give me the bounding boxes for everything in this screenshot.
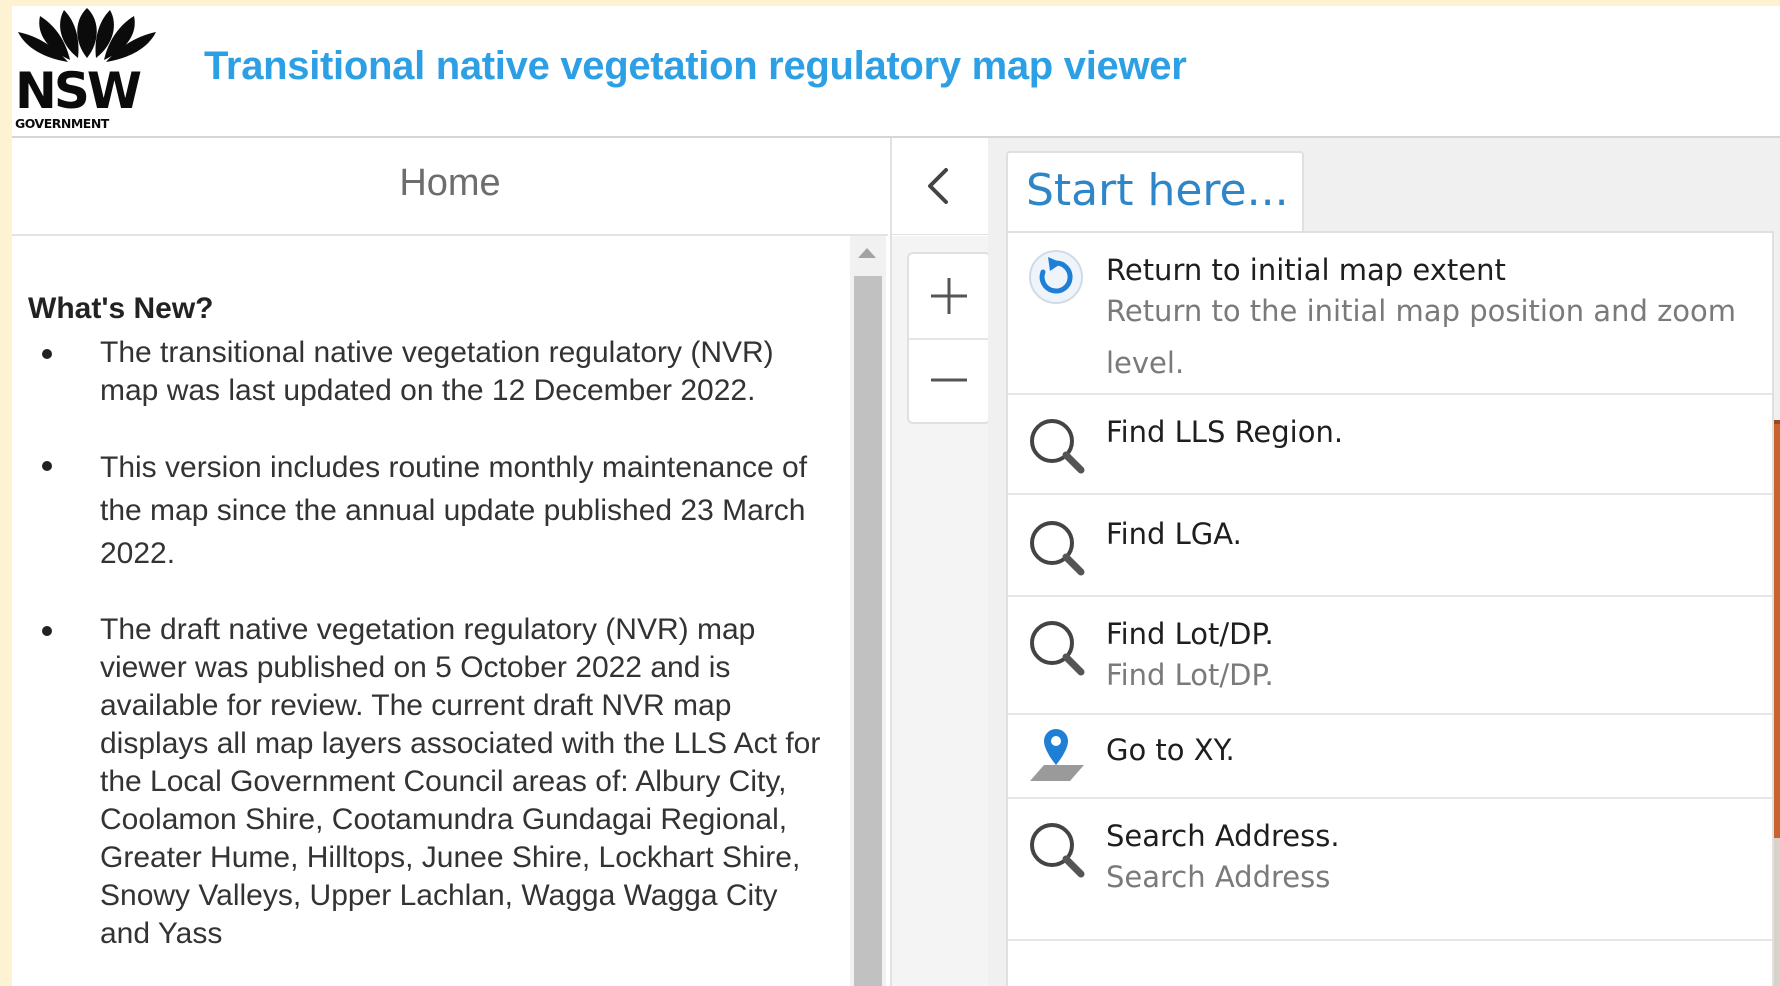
whats-new-list: The transitional native vegetation regul…: [12, 334, 832, 986]
refresh-icon: [1029, 250, 1083, 304]
tool-title: Go to XY.: [1106, 733, 1235, 767]
minus-icon: [931, 378, 967, 382]
tool-find-lot-dp[interactable]: Find Lot/DP. Find Lot/DP.: [1008, 597, 1772, 715]
zoom-out-button[interactable]: [909, 338, 989, 422]
search-icon: [1030, 419, 1085, 474]
scrollbar-thumb[interactable]: [854, 276, 882, 986]
whats-new-content: What's New? The transitional native vege…: [12, 236, 848, 986]
logo-wordmark: NSW: [15, 62, 142, 120]
list-item: This version includes routine monthly ma…: [12, 446, 832, 575]
logo-subtext: GOVERNMENT: [15, 116, 109, 131]
bullet-icon: [42, 626, 52, 636]
search-icon: [1030, 621, 1085, 676]
list-item: The draft native vegetation regulatory (…: [12, 611, 832, 953]
tab-home-label: Home: [399, 162, 501, 204]
zoom-in-button[interactable]: [909, 254, 989, 340]
tool-title: Find LGA.: [1106, 517, 1242, 551]
list-item-text: The transitional native vegetation regul…: [100, 336, 774, 407]
start-here-panel: Return to initial map extent Return to t…: [1006, 231, 1774, 986]
tool-description: Return to the initial map position and z…: [1106, 294, 1737, 380]
bullet-icon: [42, 349, 52, 359]
tool-title: Return to initial map extent: [1106, 253, 1506, 287]
list-item-text: This version includes routine monthly ma…: [100, 451, 808, 570]
search-icon: [1030, 823, 1085, 878]
search-icon: [1030, 521, 1085, 576]
app-title: Transitional native vegetation regulator…: [204, 44, 1187, 88]
tool-title: Find Lot/DP.: [1106, 617, 1274, 651]
zoom-control: [907, 252, 991, 424]
bullet-icon: [42, 461, 52, 471]
nsw-government-logo[interactable]: NSW GOVERNMENT: [12, 6, 162, 136]
tool-description: Find Lot/DP.: [1106, 658, 1274, 692]
tool-find-lls-region[interactable]: Find LLS Region.: [1008, 395, 1772, 495]
tool-find-lga[interactable]: Find LGA.: [1008, 495, 1772, 597]
vertical-scrollbar[interactable]: [850, 236, 886, 986]
tool-title: Search Address.: [1106, 819, 1340, 853]
plus-icon: [931, 278, 967, 314]
left-panel: Home What's New? The transitional native…: [12, 138, 892, 986]
map-pin-icon: [1030, 729, 1084, 781]
tab-home[interactable]: Home: [12, 138, 888, 236]
app-frame: NSW GOVERNMENT Transitional native veget…: [12, 6, 1780, 986]
whats-new-heading: What's New?: [28, 292, 214, 325]
scroll-up-arrow-icon[interactable]: [858, 248, 876, 258]
tool-title: Find LLS Region.: [1106, 415, 1344, 449]
tool-search-address[interactable]: Search Address. Search Address: [1008, 799, 1772, 941]
list-item-text: The draft native vegetation regulatory (…: [100, 613, 821, 950]
tab-start-here[interactable]: Start here...: [1006, 151, 1304, 235]
collapse-panel-button[interactable]: [892, 138, 989, 235]
header: NSW GOVERNMENT Transitional native veget…: [12, 6, 1780, 138]
tab-start-here-label: Start here...: [1026, 165, 1289, 216]
list-item: The transitional native vegetation regul…: [12, 334, 832, 410]
tool-return-initial-extent[interactable]: Return to initial map extent Return to t…: [1008, 233, 1772, 395]
tool-go-to-xy[interactable]: Go to XY.: [1008, 715, 1772, 799]
chevron-left-icon: [928, 168, 948, 204]
waratah-icon: [18, 8, 156, 62]
tool-description: Search Address: [1106, 860, 1331, 894]
